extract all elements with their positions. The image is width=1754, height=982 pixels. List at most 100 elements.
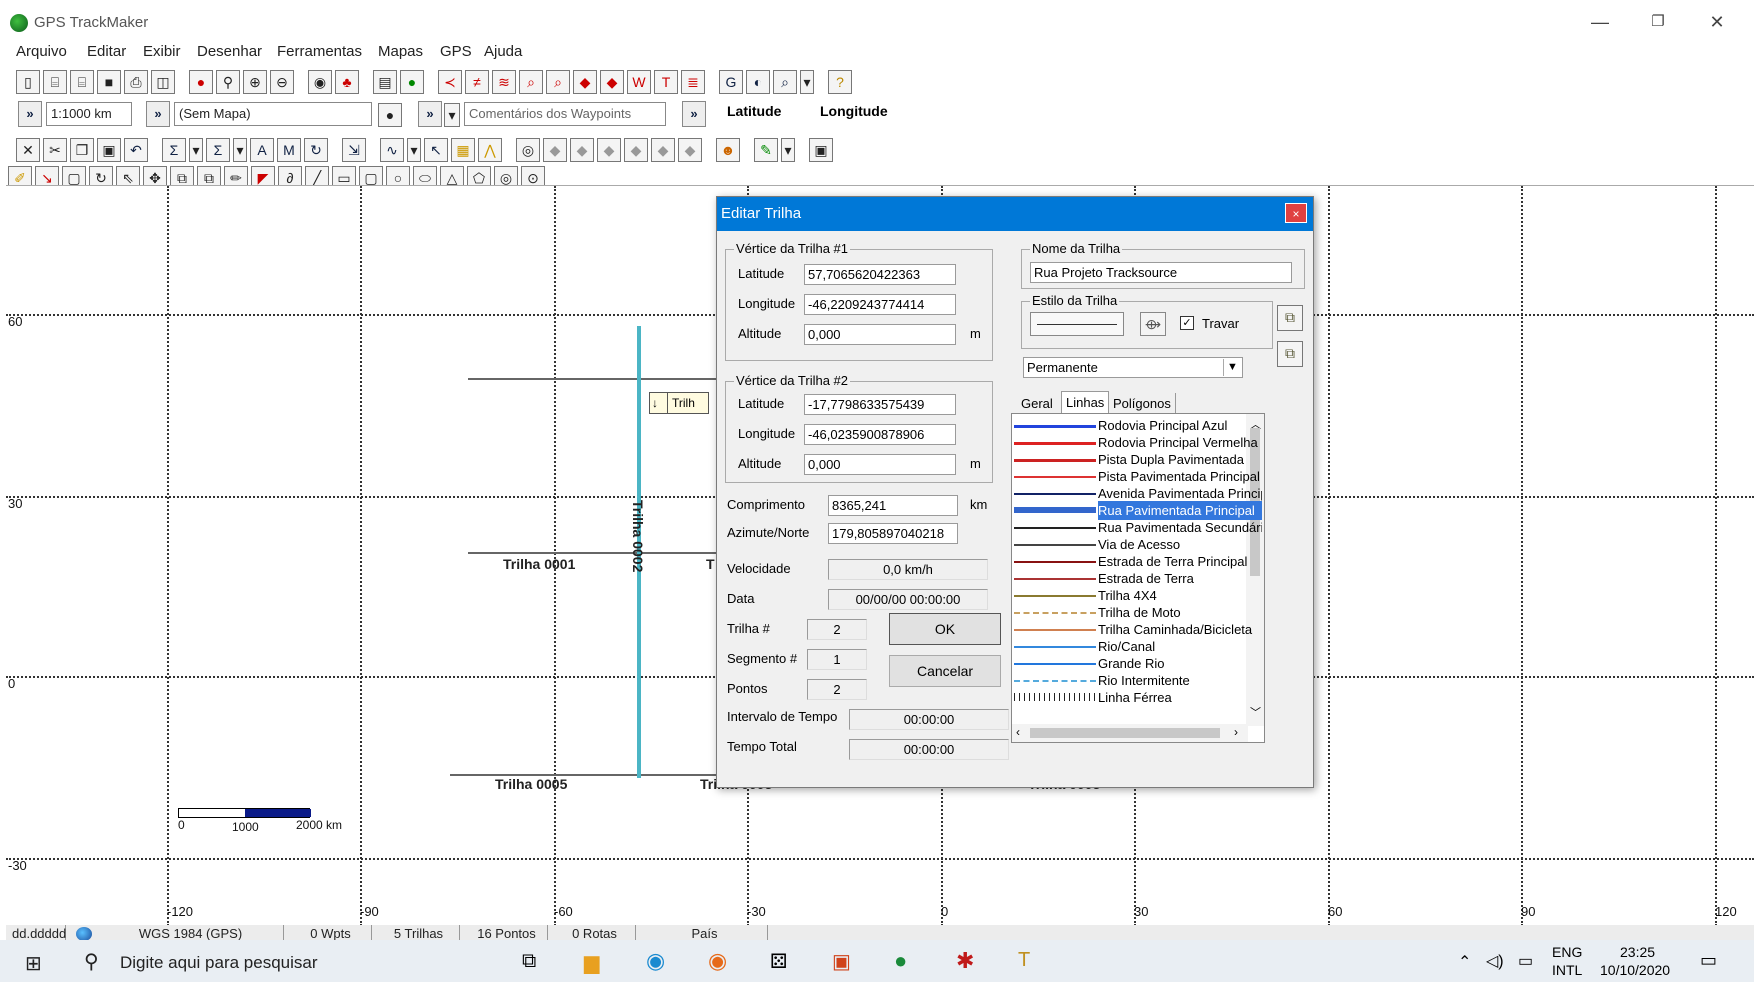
chart-icon[interactable]: ▤ — [373, 70, 397, 94]
v2-longitude-field[interactable]: -46,0235900878906 — [804, 424, 956, 445]
trail-name-field[interactable]: Rua Projeto Tracksource — [1030, 262, 1292, 283]
waypoint-icon[interactable]: ◆ — [600, 70, 624, 94]
notifications-icon[interactable]: ▭ — [1700, 950, 1717, 971]
pointer-icon[interactable]: ↖ — [424, 138, 448, 162]
gps-icon[interactable]: ◆ — [573, 70, 597, 94]
menu-ferramentas[interactable]: Ferramentas — [277, 43, 362, 60]
comments-arrow-button[interactable]: » — [418, 101, 442, 127]
measure-icon[interactable]: ⇲ — [342, 138, 366, 162]
menu-arquivo[interactable]: Arquivo — [16, 43, 67, 60]
line-type-list[interactable]: ︿ ﹀ ‹ › Rodovia Principal Azul Rodovia Pr… — [1011, 413, 1265, 743]
file-explorer-icon[interactable]: ▆ — [584, 950, 599, 975]
people-icon[interactable]: ☻ — [716, 138, 740, 162]
scroll-right-icon[interactable]: › — [1234, 725, 1238, 739]
task-view-icon[interactable]: ⧉ — [522, 950, 536, 973]
text-icon[interactable]: A — [250, 138, 274, 162]
properties-icon[interactable]: ▣ — [809, 138, 833, 162]
line-tool-icon[interactable]: ∿ — [380, 138, 404, 162]
chevron-down-icon[interactable]: ▾ — [800, 70, 814, 94]
cut-icon[interactable]: ✂ — [43, 138, 67, 162]
chevron-down-icon[interactable]: ▾ — [444, 103, 460, 127]
azimuth-field[interactable]: 179,805897040218 — [828, 523, 958, 544]
paste-icon[interactable]: ▣ — [97, 138, 121, 162]
refresh-icon[interactable]: ↻ — [304, 138, 328, 162]
zoom-in-icon[interactable]: ⊕ — [243, 70, 267, 94]
v1-altitude-field[interactable]: 0,000 — [804, 324, 956, 345]
trail-line-0001[interactable] — [468, 552, 748, 554]
split-icon[interactable]: ≠ — [465, 70, 489, 94]
marker-m-icon[interactable]: M — [277, 138, 301, 162]
list-horizontal-scrollbar[interactable]: ‹ › — [1012, 724, 1248, 742]
trackmaker-taskbar-icon[interactable]: ● — [894, 948, 907, 974]
menu-gps[interactable]: GPS — [440, 43, 472, 60]
tool-icon[interactable]: ✎ — [754, 138, 778, 162]
line-type-item[interactable]: Linha Férrea — [1012, 688, 1262, 707]
open-folder-icon[interactable]: ⌸ — [43, 70, 67, 94]
g-icon[interactable]: G — [719, 70, 743, 94]
hscroll-thumb[interactable] — [1030, 728, 1220, 738]
length-field[interactable]: 8365,241 — [828, 495, 958, 516]
dialog-close-button[interactable]: × — [1285, 203, 1307, 223]
copy-style-icon[interactable]: ⧉ — [1277, 305, 1303, 331]
lang-eng[interactable]: ENG — [1552, 944, 1582, 960]
filter-icon[interactable]: ≋ — [492, 70, 516, 94]
help-icon[interactable]: ? — [828, 70, 852, 94]
app-tf-icon[interactable]: T — [1018, 949, 1030, 972]
sum-icon[interactable]: Σ — [162, 138, 186, 162]
map-combo[interactable]: (Sem Mapa) — [174, 102, 372, 126]
area-icon[interactable]: ▦ — [451, 138, 475, 162]
earth-icon[interactable]: ◐ — [746, 70, 770, 94]
trail-line-top[interactable] — [468, 378, 748, 380]
menu-ajuda[interactable]: Ajuda — [484, 43, 522, 60]
tab-poligonos[interactable]: Polígonos — [1109, 393, 1176, 415]
network-icon[interactable]: ▭ — [1518, 951, 1533, 971]
road-icon[interactable]: ⋀ — [478, 138, 502, 162]
search-trail-icon[interactable]: ⌕ — [519, 70, 543, 94]
cancel-button[interactable]: Cancelar — [889, 655, 1001, 687]
scale-arrow-button[interactable]: » — [18, 101, 42, 127]
search-map-icon[interactable]: ⌕ — [546, 70, 570, 94]
clock-date[interactable]: 10/10/2020 — [1600, 962, 1670, 978]
lock-checkbox[interactable]: ✓ — [1180, 316, 1194, 330]
v2-latitude-field[interactable]: -17,7798633575439 — [804, 394, 956, 415]
menu-mapas[interactable]: Mapas — [378, 43, 423, 60]
firefox-icon[interactable]: ◉ — [708, 948, 727, 974]
line-style-preview[interactable] — [1030, 312, 1124, 336]
menu-editar[interactable]: Editar — [87, 43, 126, 60]
latlon-arrow-button[interactable]: » — [682, 101, 706, 127]
menu-desenhar[interactable]: Desenhar — [197, 43, 262, 60]
restore-button[interactable]: ❐ — [1638, 8, 1678, 36]
menu-exibir[interactable]: Exibir — [143, 43, 181, 60]
clock-time[interactable]: 23:25 — [1620, 944, 1655, 960]
paste-style-icon[interactable]: ⧉ — [1277, 341, 1303, 367]
chevron-down-icon[interactable]: ▾ — [233, 138, 247, 162]
lang-intl[interactable]: INTL — [1552, 962, 1582, 978]
locate-icon[interactable]: ● — [189, 70, 213, 94]
print-preview-icon[interactable]: ◫ — [151, 70, 175, 94]
office-icon[interactable]: ▣ — [832, 949, 851, 974]
app-red-icon[interactable]: ✱ — [956, 948, 974, 974]
chevron-down-icon[interactable]: ▾ — [189, 138, 203, 162]
chevron-down-icon[interactable]: ▾ — [781, 138, 795, 162]
close-window-button[interactable]: ✕ — [1697, 8, 1737, 36]
map-arrow-button[interactable]: » — [146, 101, 170, 127]
tray-chevron-up-icon[interactable]: ⌃ — [1458, 952, 1471, 972]
save-icon[interactable]: ■ — [97, 70, 121, 94]
view-icon[interactable]: ◉ — [308, 70, 332, 94]
tab-geral[interactable]: Geral — [1017, 393, 1057, 415]
minimize-button[interactable]: — — [1580, 8, 1620, 36]
open-add-icon[interactable]: ⌸ — [70, 70, 94, 94]
print-icon[interactable]: ⎙ — [124, 70, 148, 94]
tab-linhas[interactable]: Linhas — [1061, 391, 1110, 413]
route-tool-icon[interactable]: ≺ — [438, 70, 462, 94]
list-icon[interactable]: ≣ — [681, 70, 705, 94]
scale-combo[interactable]: 1:1000 km — [46, 102, 132, 126]
search-icon[interactable]: ⌕ — [773, 70, 797, 94]
delete-icon[interactable]: ✕ — [16, 138, 40, 162]
zoom-out-icon[interactable]: ⊖ — [270, 70, 294, 94]
globe-icon[interactable]: ● — [400, 70, 424, 94]
sum-alt-icon[interactable]: Σ — [206, 138, 230, 162]
color-icon[interactable]: ♣ — [335, 70, 359, 94]
copy-icon[interactable]: ❐ — [70, 138, 94, 162]
t-icon[interactable]: T — [654, 70, 678, 94]
